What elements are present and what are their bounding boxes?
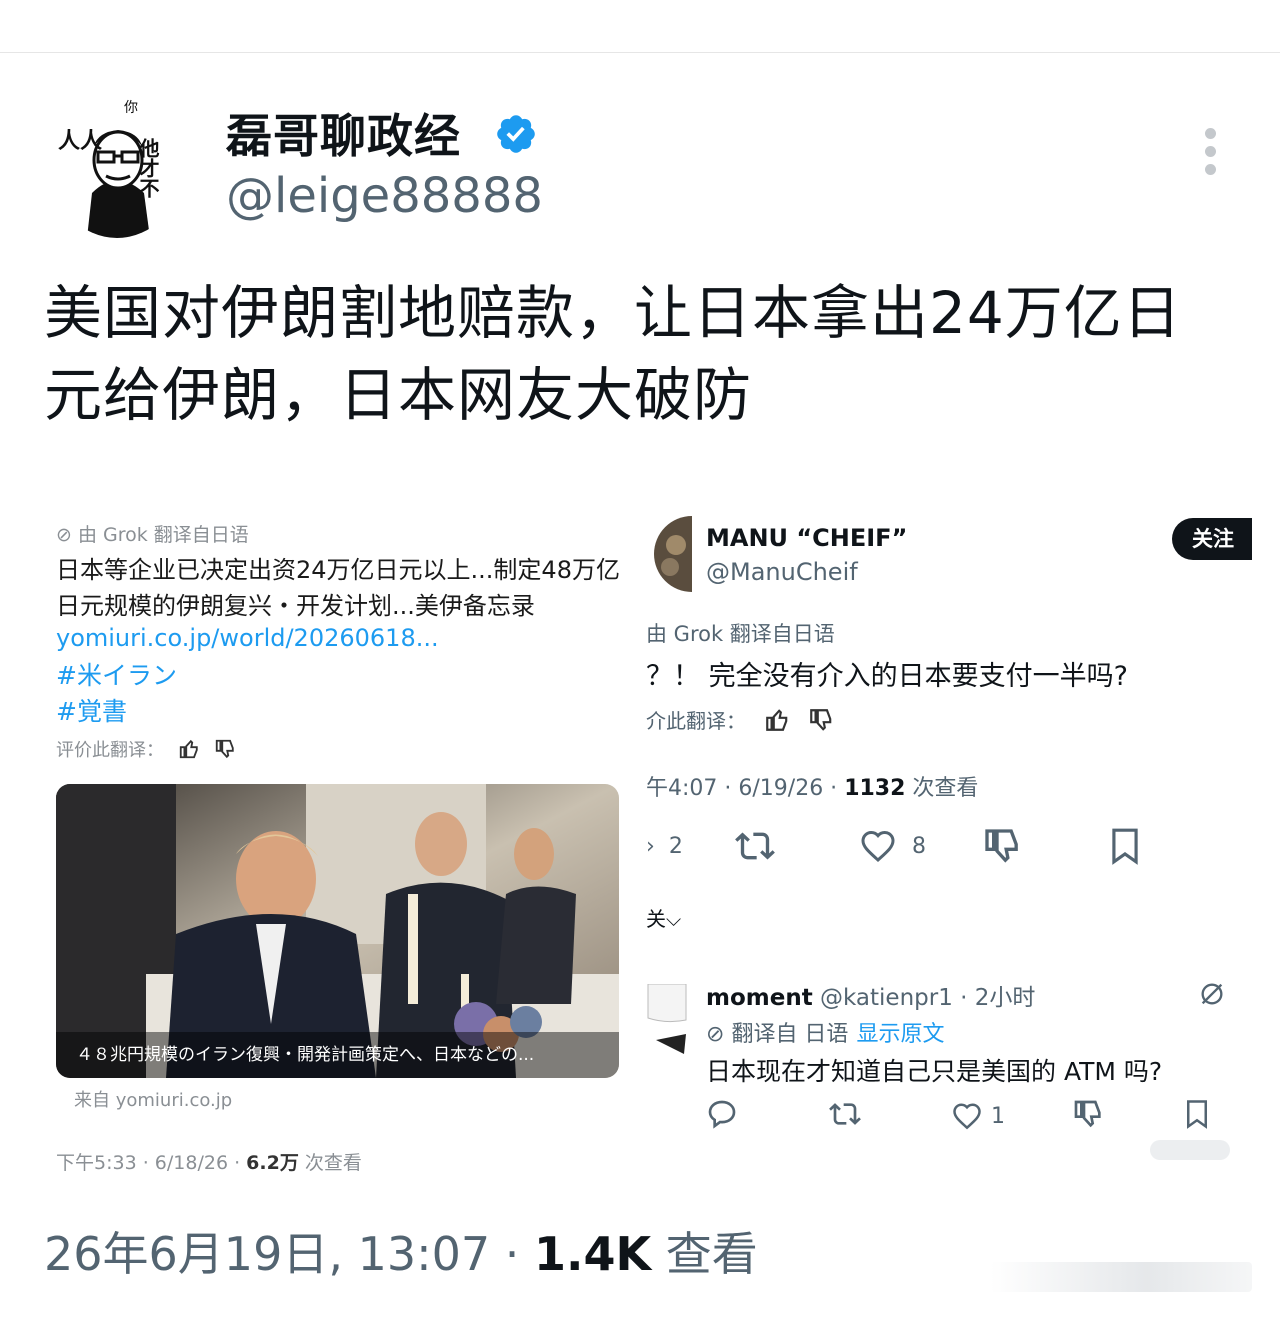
manu-handle[interactable]: @ManuCheif <box>706 558 858 586</box>
left-quote-timestamp: 下午5:33 · 6/18/26 · <box>56 1152 247 1174</box>
like-count: 8 <box>912 833 926 859</box>
verified-badge-icon <box>497 115 535 153</box>
blurred-watermark <box>1150 1140 1230 1160</box>
like-count: 1 <box>991 1103 1005 1129</box>
like-button[interactable]: 8 <box>858 826 926 866</box>
moment-handle-time: @katienpr1 · 2小时 <box>812 985 1036 1011</box>
manu-views-label: 次查看 <box>905 776 979 801</box>
retweet-icon[interactable] <box>828 1098 862 1130</box>
news-image[interactable] <box>56 784 619 1078</box>
thumbs-down-icon[interactable] <box>1072 1098 1104 1130</box>
thumbs-down-icon[interactable] <box>808 707 834 733</box>
moment-reply-text: 日本现在才知道自己只是美国的 ATM 吗? <box>706 1057 1163 1086</box>
heart-icon <box>953 1103 981 1130</box>
news-image-caption: ４８兆円規模のイラン復興・開発計画策定へ、日本などの... <box>76 1045 535 1065</box>
chevron-down-icon: ⌵ <box>666 907 682 931</box>
show-original-link[interactable]: 显示原文 <box>856 1022 944 1047</box>
left-quote-views-label: 次查看 <box>298 1152 362 1174</box>
thumbs-up-icon[interactable] <box>178 738 200 760</box>
rate-translation: 介此翻译： <box>646 705 834 734</box>
avatar-text-1: 人人 <box>58 129 102 154</box>
bookmark-icon[interactable] <box>1182 1098 1212 1130</box>
reply-count: 2 <box>668 833 683 859</box>
translated-from-label: 翻译自 日语 <box>731 1022 849 1047</box>
heart-icon <box>861 830 895 863</box>
author-handle[interactable]: @leige88888 <box>226 168 543 224</box>
post-views: 1.4K <box>534 1227 652 1281</box>
follow-button[interactable]: 关注 <box>1172 518 1252 560</box>
left-quote-views: 6.2万 <box>246 1152 299 1174</box>
moment-author[interactable]: moment @katienpr1 · 2小时 <box>706 978 1035 1012</box>
hashtag-link[interactable]: #覚書 <box>56 692 127 728</box>
left-quote-link[interactable]: yomiuri.co.jp/world/20260618... <box>56 624 439 652</box>
bookmark-icon[interactable] <box>1106 826 1144 866</box>
reply-icon: › <box>646 833 655 859</box>
relevance-dropdown[interactable]: 关⌵ <box>646 903 681 932</box>
thumbs-up-icon[interactable] <box>764 707 790 733</box>
manu-timestamp: 午4:07 · 6/19/26 · <box>646 776 845 801</box>
grok-icon: ⊘ <box>56 524 78 546</box>
moment-translation-label: ⊘ 翻译自 日语 显示原文 <box>706 1016 944 1048</box>
top-divider <box>0 52 1280 53</box>
grok-translation-label: ⊘ 由 Grok 翻译自日语 <box>56 524 249 546</box>
thumbs-down-icon[interactable] <box>214 738 236 760</box>
rate-translation-label: 评价此翻译： <box>56 740 164 761</box>
retweet-icon[interactable] <box>734 826 776 866</box>
author-avatar[interactable]: 人人 他才不 你 <box>52 98 182 238</box>
manu-views: 1132 <box>844 776 906 801</box>
relevance-label: 关 <box>646 907 666 931</box>
post-views-label: 查看 <box>651 1227 758 1281</box>
post-timestamp: 26年6月19日, 13:07 · <box>44 1227 535 1281</box>
moment-name: moment <box>706 985 813 1011</box>
grok-icon: ⊘ <box>706 1022 732 1047</box>
grok-icon[interactable] <box>1198 980 1226 1008</box>
thumbs-down-icon[interactable] <box>982 826 1022 866</box>
post-meta: 26年6月19日, 13:07 · 1.4K 查看 <box>44 1218 758 1284</box>
reply-icon[interactable] <box>706 1098 738 1130</box>
manu-tweet-text: ？！ 完全没有介入的日本要支付一半吗? <box>646 661 1128 692</box>
left-quote-text: 日本等企业已决定出资24万亿日元以上...制定48万亿日元规模的伊朗复兴・开发计… <box>56 556 620 620</box>
like-button[interactable]: 1 <box>950 1096 1005 1136</box>
watermark-strip <box>990 1262 1252 1292</box>
manu-avatar[interactable] <box>646 515 692 593</box>
reply-button[interactable]: › 2 <box>646 826 683 866</box>
rate-translation: 评价此翻译： <box>56 736 236 762</box>
more-icon[interactable] <box>1196 128 1224 178</box>
manu-name[interactable]: MANU “CHEIF” <box>706 524 907 552</box>
avatar-text-3: 你 <box>124 100 138 116</box>
left-quote-meta: 下午5:33 · 6/18/26 · 6.2万 次查看 <box>56 1148 362 1175</box>
author-name[interactable]: 磊哥聊政经 <box>226 100 461 166</box>
moment-avatar[interactable] <box>646 983 692 1060</box>
avatar-text-2: 他才不 <box>136 137 160 198</box>
hashtag-link[interactable]: #米イラン <box>56 656 177 692</box>
rate-translation-label: 介此翻译： <box>646 709 746 733</box>
manu-meta: 午4:07 · 6/19/26 · 1132 次查看 <box>646 770 978 802</box>
grok-translation-label: 由 Grok 翻译自日语 <box>646 622 835 646</box>
link-source[interactable]: 来自 yomiuri.co.jp <box>74 1086 232 1112</box>
tweet-text: 美国对伊朗割地赔款，让日本拿出24万亿日元给伊朗，日本网友大破防 <box>44 279 1182 429</box>
